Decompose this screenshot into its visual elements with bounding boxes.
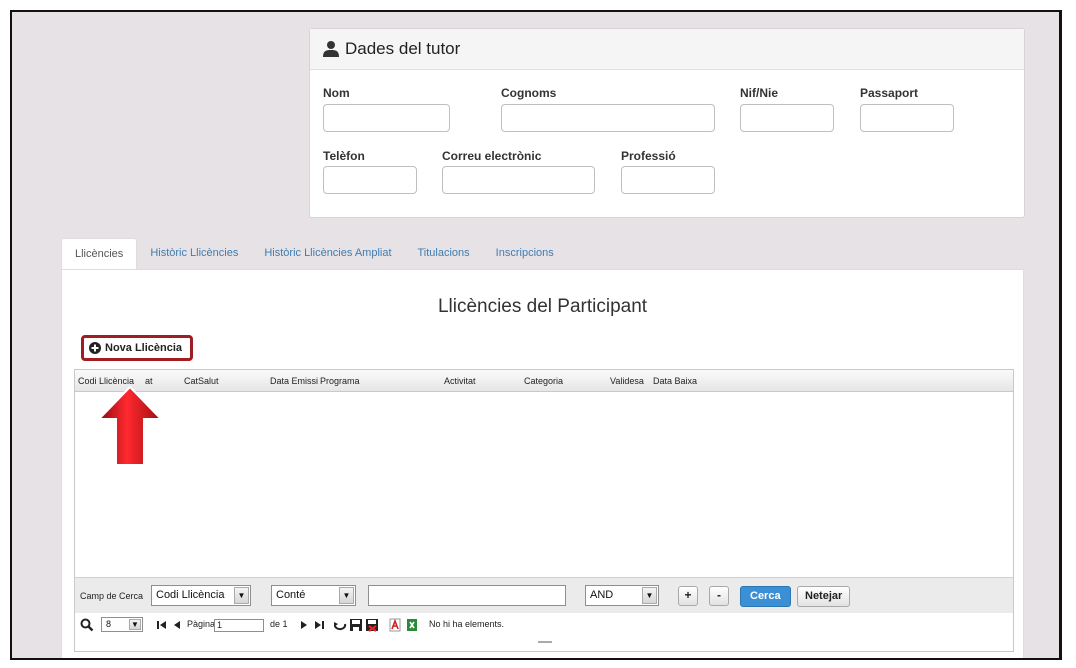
add-condition-button[interactable]: + — [678, 586, 698, 606]
save-all-icon[interactable] — [365, 618, 379, 632]
nom-label: Nom — [323, 86, 350, 100]
page-number-input[interactable]: 1 — [214, 619, 264, 632]
cognoms-label: Cognoms — [501, 86, 557, 100]
refresh-icon[interactable] — [333, 618, 347, 632]
tab-bar: Llicències Històric Llicències Històric … — [61, 238, 567, 270]
llicencies-grid: Codi Llicència at CatSalut Data Emissi P… — [74, 369, 1014, 652]
tab-llicencies[interactable]: Llicències — [61, 238, 138, 270]
camp-de-cerca-label: Camp de Cerca — [80, 591, 144, 601]
chevron-down-icon: ▼ — [339, 587, 354, 604]
netejar-button[interactable]: Netejar — [797, 586, 851, 607]
resize-handle[interactable] — [538, 641, 552, 643]
grid-body — [75, 392, 1013, 578]
column-header[interactable]: Categoria — [524, 376, 563, 386]
correu-input[interactable] — [442, 166, 595, 194]
excel-export-icon[interactable] — [405, 618, 419, 632]
save-icon[interactable] — [349, 618, 363, 632]
search-bar: Camp de Cerca Codi Llicència ▼ Conté ▼ A… — [75, 577, 1013, 613]
column-header[interactable]: CatSalut — [184, 376, 219, 386]
user-icon — [323, 41, 339, 57]
nova-llicencia-button[interactable]: Nova Llicència — [81, 335, 193, 361]
nova-llicencia-label: Nova Llicència — [105, 342, 183, 354]
last-page-icon[interactable] — [312, 618, 326, 632]
grid-header: Codi Llicència at CatSalut Data Emissi P… — [75, 370, 1013, 392]
remove-condition-button[interactable]: - — [709, 586, 729, 606]
llicencies-panel: Llicències del Participant Nova Llicènci… — [61, 269, 1024, 658]
search-logic-select[interactable]: AND ▼ — [585, 585, 659, 606]
search-value-input[interactable] — [368, 585, 566, 606]
chevron-down-icon: ▼ — [642, 587, 657, 604]
previous-page-icon[interactable] — [170, 618, 184, 632]
first-page-icon[interactable] — [155, 618, 169, 632]
column-header[interactable]: Data Emissi — [270, 376, 318, 386]
search-operator-value: Conté — [276, 589, 306, 601]
page-size-value: 8 — [106, 619, 112, 629]
professio-input[interactable] — [621, 166, 715, 194]
tutor-panel: Dades del tutor Nom Cognoms Nif/Nie Pass… — [309, 28, 1025, 218]
column-header[interactable]: Data Baixa — [653, 376, 697, 386]
tab-titulacions[interactable]: Titulacions — [405, 238, 483, 270]
telefon-input[interactable] — [323, 166, 417, 194]
cerca-button[interactable]: Cerca — [740, 586, 791, 607]
page-label: Pàgina — [187, 619, 216, 629]
page-size-select[interactable]: 8 ▼ — [101, 617, 143, 632]
next-page-icon[interactable] — [297, 618, 311, 632]
column-header[interactable]: Programa — [320, 376, 360, 386]
column-header[interactable]: Validesa — [610, 376, 644, 386]
search-logic-value: AND — [590, 589, 614, 601]
nif-label: Nif/Nie — [740, 86, 779, 100]
search-field-select[interactable]: Codi Llicència ▼ — [151, 585, 251, 606]
cognoms-input[interactable] — [501, 104, 715, 132]
search-operator-select[interactable]: Conté ▼ — [271, 585, 356, 606]
passaport-label: Passaport — [860, 86, 919, 100]
search-icon[interactable] — [80, 618, 94, 632]
tab-historic-llicencies-ampliat[interactable]: Històric Llicències Ampliat — [251, 238, 404, 270]
pager-status: No hi ha elements. — [429, 619, 505, 629]
page-count: de 1 — [270, 619, 288, 629]
tab-historic-llicencies[interactable]: Històric Llicències — [137, 238, 251, 270]
professio-label: Professió — [621, 149, 676, 163]
pdf-export-icon[interactable] — [388, 618, 402, 632]
telefon-label: Telèfon — [323, 149, 365, 163]
correu-label: Correu electrònic — [442, 149, 542, 163]
chevron-down-icon: ▼ — [129, 619, 141, 630]
tab-inscripcions[interactable]: Inscripcions — [483, 238, 567, 270]
chevron-down-icon: ▼ — [234, 587, 249, 604]
plus-circle-icon — [89, 342, 101, 354]
search-field-value: Codi Llicència — [156, 589, 225, 601]
tutor-header: Dades del tutor — [310, 29, 1024, 70]
nom-input[interactable] — [323, 104, 450, 132]
panel-title: Llicències del Participant — [437, 296, 648, 317]
app-window: Dades del tutor Nom Cognoms Nif/Nie Pass… — [10, 10, 1062, 660]
pager: 8 ▼ Pàgina 1 de 1 No hi ha elements. — [75, 613, 1013, 639]
column-header[interactable]: Activitat — [444, 376, 476, 386]
red-arrow-annotation — [97, 385, 163, 466]
passaport-input[interactable] — [860, 104, 954, 132]
tutor-title: Dades del tutor — [345, 39, 461, 58]
nif-input[interactable] — [740, 104, 834, 132]
